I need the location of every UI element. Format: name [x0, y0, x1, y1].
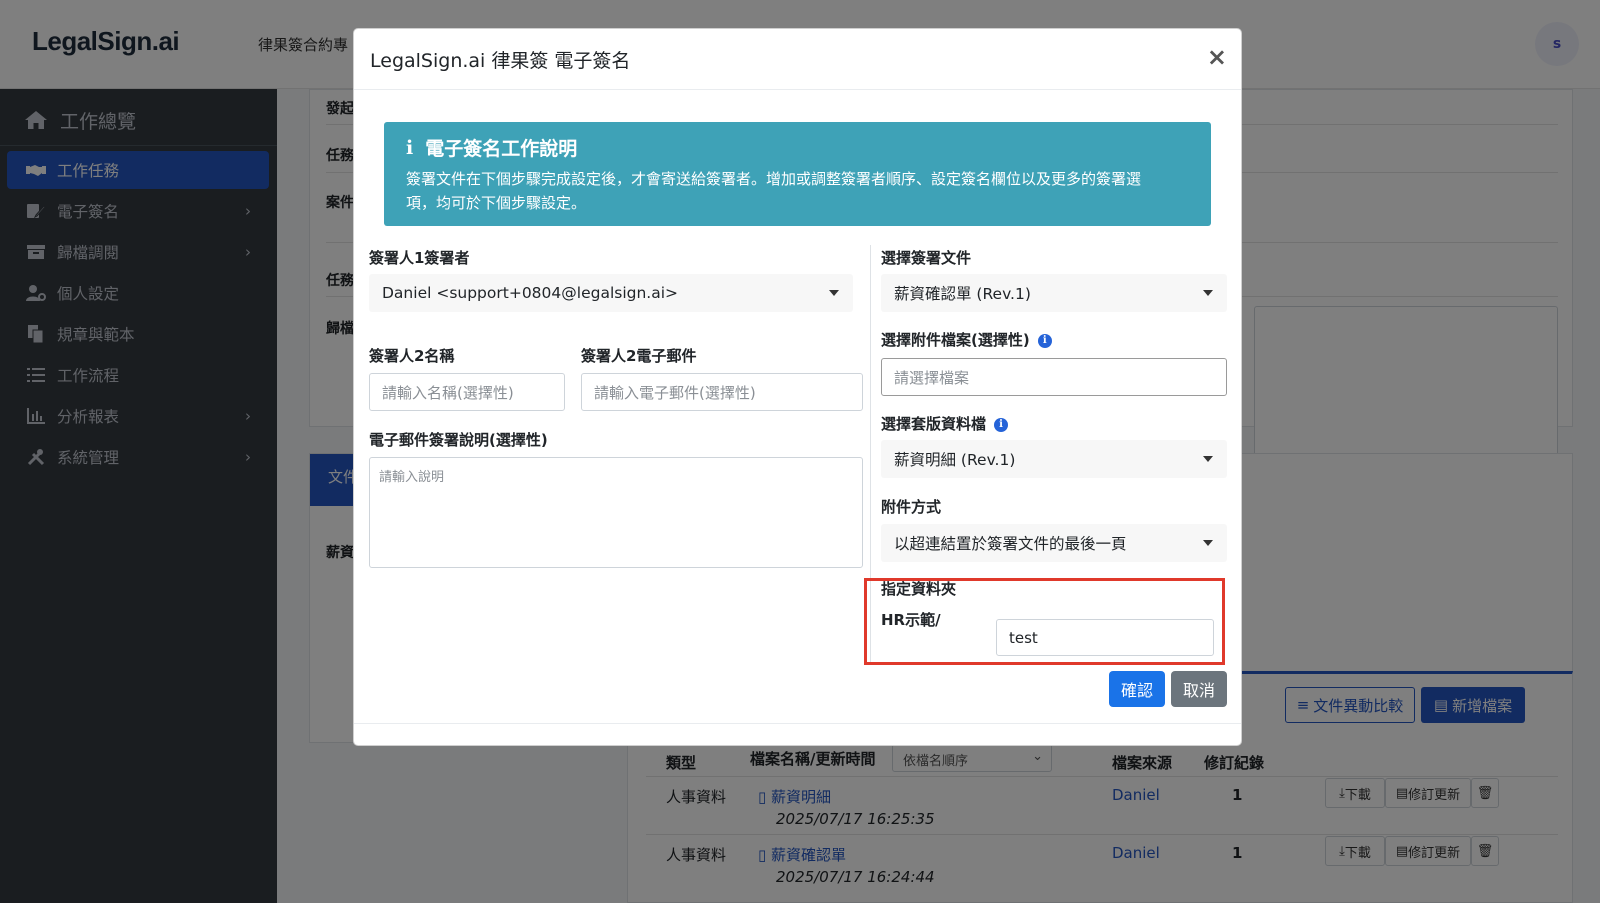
confirm-button[interactable]: 確認: [1109, 671, 1165, 707]
signer1-select-value: Daniel <support+0804@legalsign.ai>: [382, 284, 679, 302]
esign-modal: LegalSign.ai 律果簽 電子簽名 × i 電子簽名工作說明 簽署文件在…: [353, 28, 1242, 746]
info-icon: i: [406, 136, 414, 159]
attachment-file-input[interactable]: 請選擇檔案: [881, 358, 1227, 396]
attachment-label-text: 選擇附件檔案(選擇性): [881, 331, 1030, 349]
caret-down-icon: [829, 290, 839, 296]
email-note-label: 電子郵件簽署說明(選擇性): [369, 431, 548, 449]
info-circle-icon[interactable]: i: [1037, 333, 1052, 348]
close-icon[interactable]: ×: [1207, 43, 1227, 71]
doc-select-label: 選擇簽署文件: [881, 249, 972, 267]
signer1-select[interactable]: Daniel <support+0804@legalsign.ai>: [369, 274, 853, 312]
attach-method-label: 附件方式: [881, 498, 942, 516]
template-label: 選擇套版資料檔 i: [881, 413, 1009, 434]
info-alert-text: 簽署文件在下個步驟完成設定後，才會寄送給簽署者。增加或調整簽署者順序、設定簽名欄…: [406, 167, 1189, 215]
modal-footer-divider: [354, 723, 1241, 724]
info-text-line: 項，均可於下個步驟設定。: [406, 194, 587, 212]
signer2-name-input[interactable]: 請輸入名稱(選擇性): [369, 373, 565, 411]
signer2-email-label: 簽署人2電子郵件: [581, 347, 697, 365]
modal-header: LegalSign.ai 律果簽 電子簽名 ×: [354, 29, 1241, 90]
modal-title: LegalSign.ai 律果簽 電子簽名: [370, 50, 631, 72]
caret-down-icon: [1203, 540, 1213, 546]
info-circle-icon[interactable]: i: [994, 417, 1009, 432]
doc-select[interactable]: 薪資確認單 (Rev.1): [881, 274, 1227, 312]
template-select-value: 薪資明細 (Rev.1): [894, 451, 1016, 469]
attach-method-select[interactable]: 以超連結置於簽署文件的最後一頁: [881, 524, 1227, 562]
info-text-line: 簽署文件在下個步驟完成設定後，才會寄送給簽署者。增加或調整簽署者順序、設定簽名欄…: [406, 170, 1142, 188]
email-note-textarea[interactable]: 請輸入說明: [369, 457, 863, 568]
signer2-name-label: 簽署人2名稱: [369, 347, 455, 365]
info-alert-title: i 電子簽名工作說明: [406, 134, 1189, 161]
attachment-label: 選擇附件檔案(選擇性) i: [881, 329, 1052, 350]
info-alert: i 電子簽名工作說明 簽署文件在下個步驟完成設定後，才會寄送給簽署者。增加或調整…: [384, 122, 1211, 226]
folder-label: 指定資料夾: [881, 580, 957, 598]
caret-down-icon: [1203, 290, 1213, 296]
attach-method-select-value: 以超連結置於簽署文件的最後一頁: [894, 535, 1127, 553]
info-title-text: 電子簽名工作說明: [425, 138, 578, 160]
cancel-button[interactable]: 取消: [1171, 671, 1227, 707]
signer1-label: 簽署人1簽署者: [369, 249, 470, 267]
folder-name-input[interactable]: test: [996, 619, 1214, 656]
caret-down-icon: [1203, 456, 1213, 462]
template-label-text: 選擇套版資料檔: [881, 415, 987, 433]
template-select[interactable]: 薪資明細 (Rev.1): [881, 440, 1227, 478]
doc-select-value: 薪資確認單 (Rev.1): [894, 285, 1031, 303]
signer2-email-input[interactable]: 請輸入電子郵件(選擇性): [581, 373, 863, 411]
folder-path-prefix: HR示範/: [881, 611, 941, 629]
